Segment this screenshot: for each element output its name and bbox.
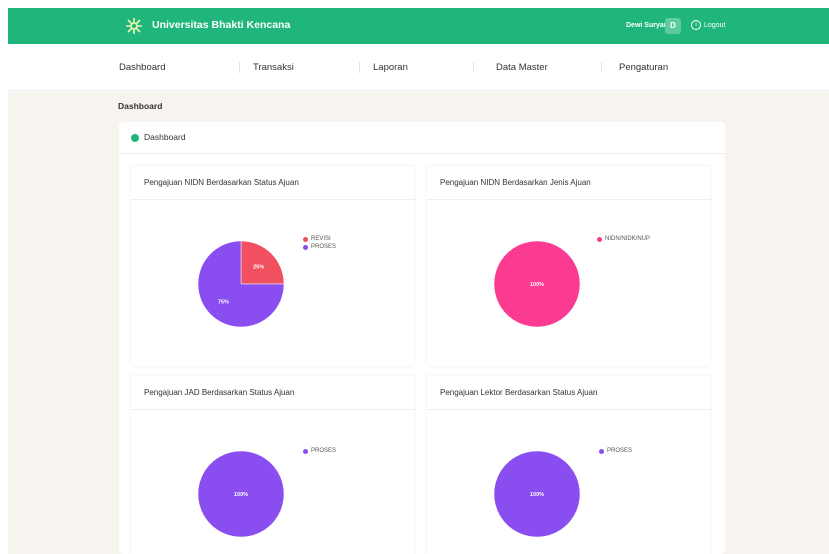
chart-panel-nidn-jenis: Pengajuan NIDN Berdasarkan Jenis Ajuan 1… (427, 166, 711, 366)
brand-title[interactable]: Universitas Bhakti Kencana (152, 19, 290, 31)
chart-title: Pengajuan Lektor Berdasarkan Status Ajua… (427, 376, 711, 410)
chart-legend: PROSES (303, 448, 336, 456)
nav-item-dashboard[interactable]: Dashboard (119, 62, 165, 73)
legend-dot-icon (597, 236, 602, 242)
legend-label: PROSES (311, 244, 337, 250)
chart-legend: REVISI PROSES (303, 236, 336, 252)
legend-item[interactable]: PROSES (303, 244, 336, 250)
legend-item[interactable]: PROSES (303, 448, 336, 454)
chart-legend: PROSES (599, 448, 632, 456)
nav-divider (239, 62, 240, 73)
nav-divider (601, 62, 602, 73)
pie-data-label: 25% (253, 264, 264, 270)
legend-dot-icon (599, 448, 604, 454)
dashboard-icon (131, 134, 139, 142)
nav-item-pengaturan[interactable]: Pengaturan (619, 62, 668, 73)
logout-button[interactable]: i Logout (691, 20, 725, 30)
legend-item[interactable]: NIDN/NIDK/NUP (597, 236, 650, 242)
card-title: Dashboard (144, 132, 186, 142)
legend-item[interactable]: REVISI (303, 236, 336, 242)
chart-legend: NIDN/NIDK/NUP (597, 236, 650, 244)
legend-label: REVISI (311, 236, 331, 242)
pie-data-label: 75% (218, 300, 229, 306)
chart-panel-jad-status: Pengajuan JAD Berdasarkan Status Ajuan 1… (131, 376, 415, 554)
nav-divider (473, 62, 474, 73)
nav-item-data-master[interactable]: Data Master (496, 62, 548, 73)
university-logo-icon[interactable] (124, 16, 144, 36)
nav-item-laporan[interactable]: Laporan (373, 62, 408, 73)
legend-label: NIDN/NIDK/NUP (605, 236, 651, 242)
pie-chart-nidn-jenis: 100% (493, 240, 581, 328)
pie-data-label: 100% (234, 492, 248, 498)
avatar[interactable]: D (665, 18, 681, 34)
logout-icon: i (691, 20, 701, 30)
chart-panel-lektor-status: Pengajuan Lektor Berdasarkan Status Ajua… (427, 376, 711, 554)
main-nav: Dashboard Transaksi Laporan Data Master … (8, 44, 829, 91)
legend-label: PROSES (311, 448, 337, 454)
chart-title: Pengajuan NIDN Berdasarkan Status Ajuan (131, 166, 415, 200)
legend-label: PROSES (607, 448, 633, 454)
nav-divider (359, 62, 360, 73)
pie-chart-nidn-status: 25% 75% (197, 240, 285, 328)
pie-chart-lektor-status: 100% (493, 450, 581, 538)
user-name: Dewi Suryani (626, 22, 670, 29)
pie-slice-revisi[interactable] (240, 240, 285, 285)
legend-item[interactable]: PROSES (599, 448, 632, 454)
logout-label: Logout (704, 21, 726, 29)
legend-dot-icon (303, 236, 308, 242)
chart-panel-nidn-status: Pengajuan NIDN Berdasarkan Status Ajuan … (131, 166, 415, 366)
dashboard-card: Dashboard Pengajuan NIDN Berdasarkan Sta… (119, 122, 725, 554)
legend-dot-icon (303, 244, 308, 250)
pie-data-label: 100% (530, 282, 544, 288)
pie-chart-jad-status: 100% (197, 450, 285, 538)
legend-dot-icon (303, 448, 308, 454)
top-bar: Universitas Bhakti Kencana Dewi Suryani … (8, 8, 829, 44)
chart-title: Pengajuan JAD Berdasarkan Status Ajuan (131, 376, 415, 410)
breadcrumb: Dashboard (118, 101, 163, 111)
pie-data-label: 100% (530, 492, 544, 498)
card-header: Dashboard (119, 122, 725, 154)
nav-item-transaksi[interactable]: Transaksi (253, 62, 294, 73)
chart-title: Pengajuan NIDN Berdasarkan Jenis Ajuan (427, 166, 711, 200)
